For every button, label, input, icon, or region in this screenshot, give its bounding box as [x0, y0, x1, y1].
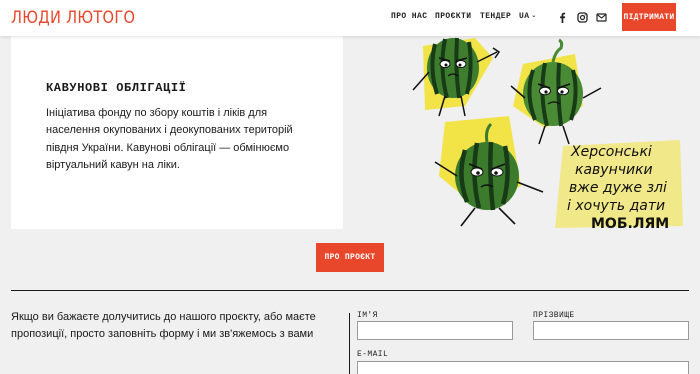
- email-input[interactable]: [357, 361, 689, 374]
- nav-projects[interactable]: ПРОЄКТИ: [435, 12, 471, 21]
- caption-line-4: і хочуть дати: [567, 198, 665, 214]
- surname-label: ПРІЗВИЩЕ: [533, 311, 575, 320]
- surname-input[interactable]: [533, 321, 689, 340]
- facebook-icon[interactable]: [557, 10, 568, 23]
- project-description: Ініціатива фонду по збору коштів і ліків…: [46, 107, 293, 171]
- name-input[interactable]: [357, 321, 513, 340]
- name-label: ІМ'Я: [357, 311, 378, 320]
- language-label: UA: [519, 12, 530, 21]
- chevron-down-icon: ⌄: [531, 12, 537, 19]
- nav-tender[interactable]: ТЕНДЕР: [480, 12, 511, 21]
- nav-about[interactable]: ПРО НАС: [391, 12, 427, 21]
- caption-line-3: вже дуже злі: [569, 180, 667, 196]
- language-selector[interactable]: UA ⌄: [519, 12, 537, 21]
- section-divider: [11, 290, 689, 291]
- project-title: КАВУНОВІ ОБЛІГАЦІЇ: [46, 81, 187, 95]
- site-header: ЛЮДИ ЛЮТОГО ПРО НАС ПРОЄКТИ ТЕНДЕР UA ⌄ П…: [0, 0, 700, 36]
- instagram-icon[interactable]: [577, 10, 588, 23]
- caption-line-2: кавунчики: [575, 162, 653, 178]
- donate-button[interactable]: ПІДТРИМАТИ: [622, 3, 676, 31]
- caption-line-1: Херсонські: [570, 144, 652, 160]
- watermelon-illustration: Херсонські кавунчики вже дуже злі і хочу…: [412, 37, 683, 229]
- form-divider: [349, 313, 350, 374]
- caption-line-5: МОБ.ЛЯМ: [591, 216, 669, 229]
- email-label: E-MAIL: [357, 350, 389, 359]
- site-logo[interactable]: ЛЮДИ ЛЮТОГО: [11, 8, 135, 28]
- project-illustration: Херсонські кавунчики вже дуже злі і хочу…: [405, 36, 685, 229]
- project-card: КАВУНОВІ ОБЛІГАЦІЇ Ініціатива фонду по з…: [11, 36, 343, 229]
- contact-intro: Якщо ви бажаєте долучитись до нашого про…: [11, 311, 316, 340]
- mail-icon[interactable]: [596, 10, 607, 22]
- about-project-button[interactable]: ПРО ПРОЄКТ: [316, 243, 384, 272]
